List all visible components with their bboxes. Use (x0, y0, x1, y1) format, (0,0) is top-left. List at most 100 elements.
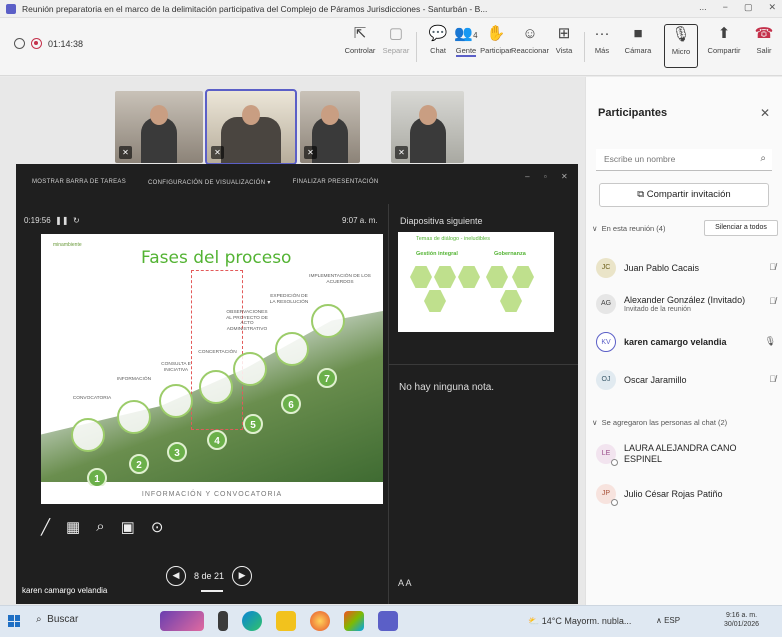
search-icon: ⌕ (36, 614, 42, 625)
restore-icon[interactable]: ▫ (544, 172, 547, 181)
slide-counter: 8 de 21 (194, 571, 225, 581)
phase-5-icon (233, 352, 267, 386)
widget-app-icon[interactable] (160, 611, 204, 631)
status-offline-icon (611, 499, 618, 506)
next-slide-title: Temas de diálogo - ineludibles (416, 236, 490, 242)
zoom-icon[interactable]: ⌕ (96, 518, 104, 536)
chat-person-row[interactable]: JP Julio César Rojas Patiño (596, 479, 776, 509)
chat-section-header[interactable]: ∨ Se agregaron las personas al chat (2) (592, 418, 727, 427)
notes-font-size-controls[interactable]: A A (398, 578, 412, 588)
in-meeting-section-header[interactable]: ∨ En esta reunión (4) (592, 224, 665, 233)
slide-footer: INFORMACIÓN Y CONVOCATORIA (41, 486, 383, 504)
pen-icon[interactable]: ╱ (41, 518, 50, 536)
previous-slide-button[interactable]: ◀ (166, 566, 186, 586)
close-button[interactable]: ✕ (768, 2, 776, 13)
maximize-button[interactable]: ▢ (744, 2, 753, 13)
share-invite-button[interactable]: ⧉ Compartir invitación (599, 183, 769, 207)
store-icon[interactable] (344, 611, 364, 631)
search-input[interactable]: Escribe un nombre ⌕ (596, 149, 772, 171)
control-button[interactable]: ⇱ Controlar (340, 24, 380, 68)
pause-icon[interactable]: ❚❚ (55, 216, 68, 225)
meeting-toolbar: 01:14:38 ⇱ Controlar ▢ Separar 💬 Chat 👥4… (0, 18, 782, 76)
view-button[interactable]: ⊞ Vista (544, 24, 584, 68)
windows-start-icon[interactable] (8, 615, 20, 627)
video-tile[interactable]: ✕ (115, 91, 203, 163)
search-placeholder: Escribe un nombre (604, 154, 676, 164)
phase-4-label: CONCERTACIÓN (198, 350, 237, 355)
firefox-icon[interactable] (310, 611, 330, 631)
close-icon[interactable]: ✕ (760, 106, 770, 120)
presenter-window-controls: – ▫ ✕ (525, 172, 568, 181)
current-slide: minambiente Fases del proceso 1 2 3 4 5 … (41, 234, 383, 504)
share-invite-icon: ⧉ (637, 189, 645, 200)
share-button[interactable]: ⬆ Compartir (704, 24, 744, 68)
taskbar-clock[interactable]: 9:16 a. m. 30/01/2026 (724, 611, 759, 629)
phase-6-number: 6 (281, 394, 301, 414)
phase-1-number: 1 (87, 468, 107, 488)
camera-toggle-icon[interactable]: ▣ (121, 518, 135, 536)
grid-icon: ⊞ (557, 25, 571, 42)
minimize-button[interactable]: − (723, 2, 728, 13)
all-slides-icon[interactable]: ▦ (66, 518, 80, 536)
weather-widget[interactable]: ⛅ 14°C Mayorm. nubla... (528, 616, 631, 627)
slide-progress (201, 590, 223, 592)
participant-row[interactable]: KV karen camargo velandia 🎙 (596, 327, 776, 357)
avatar: AG (596, 294, 616, 314)
participant-row[interactable]: OJ Oscar Jaramillo 🎙̸ (596, 365, 776, 395)
participant-name: Oscar Jaramillo (624, 374, 687, 385)
system-tray[interactable]: ∧ ESP (656, 616, 680, 625)
smiley-icon: ☺ (522, 25, 538, 42)
task-view-icon[interactable] (218, 611, 228, 631)
windows-taskbar: ⌕ Buscar ⛅ 14°C Mayorm. nubla... ∧ ESP 9… (0, 605, 782, 637)
slide-title: Fases del proceso (141, 248, 292, 268)
phase-5-label: OBSERVACIONES AL PROYECTO DE ACTO ADMINI… (226, 310, 268, 332)
reset-icon[interactable]: ↻ (73, 216, 80, 225)
minimize-icon[interactable]: – (525, 172, 530, 181)
participant-row[interactable]: JC Juan Pablo Cacais 🎙̸ (596, 253, 776, 283)
mic-button[interactable]: 🎙 Micro (664, 24, 698, 68)
window-title: Reunión preparatoria en el marco de la d… (22, 3, 488, 14)
display-settings-button[interactable]: CONFIGURACIÓN DE VISUALIZACIÓN ▾ (148, 179, 271, 186)
window-controls: ... − ▢ ✕ (699, 2, 776, 13)
more-button[interactable]: ··· Más (582, 24, 622, 68)
video-tile-active[interactable]: ✕ (205, 89, 297, 165)
mic-off-icon: ✕ (119, 146, 132, 159)
presenter-name-tag: karen camargo velandia (16, 582, 107, 599)
phase-2-number: 2 (129, 454, 149, 474)
separate-button[interactable]: ▢ Separar (376, 24, 416, 68)
mic-off-icon: ✕ (304, 146, 317, 159)
next-slide-preview[interactable]: Temas de diálogo - ineludibles Gestión i… (398, 232, 554, 332)
camera-button[interactable]: ■ Cámara (618, 24, 658, 68)
taskbar-search[interactable]: ⌕ Buscar (36, 614, 78, 625)
mic-muted-icon: 🎙 (671, 26, 691, 43)
mic-off-icon: ✕ (211, 146, 224, 159)
mic-muted-icon: 🎙̸ (769, 262, 776, 272)
file-explorer-icon[interactable] (276, 611, 296, 631)
video-tile[interactable]: ✕ (300, 91, 360, 163)
participant-video-head (321, 105, 339, 125)
chat-person-row[interactable]: LE LAURA ALEJANDRA CANO ESPINEL (596, 439, 776, 469)
avatar: JC (596, 258, 616, 278)
topic-hexagon (512, 266, 534, 288)
show-taskbar-button[interactable]: MOSTRAR BARRA DE TAREAS (32, 179, 126, 185)
teams-icon[interactable] (378, 611, 398, 631)
toolbar-divider (416, 32, 417, 62)
meeting-info-icon[interactable] (14, 38, 25, 49)
participant-row[interactable]: AG Alexander González (Invitado) Invitad… (596, 287, 776, 321)
more-options-icon[interactable]: ... (699, 2, 707, 13)
end-presentation-button[interactable]: FINALIZAR PRESENTACIÓN (293, 179, 379, 185)
edge-icon[interactable] (242, 611, 262, 631)
phase-3-label: CONSULTA E INICIATIVA (161, 362, 191, 373)
leave-button[interactable]: ☎ Salir (748, 24, 780, 68)
video-tile[interactable]: ✕ (391, 91, 464, 163)
more-options-icon[interactable]: ⊙ (151, 518, 164, 536)
phase-3-icon (159, 384, 193, 418)
participant-name: Alexander González (Invitado) (624, 295, 746, 306)
share-icon: ⬆ (717, 25, 731, 42)
mute-all-button[interactable]: Silenciar a todos (704, 220, 778, 236)
phase-7-number: 7 (317, 368, 337, 388)
presenter-view: MOSTRAR BARRA DE TAREAS CONFIGURACIÓN DE… (16, 164, 578, 604)
close-icon[interactable]: ✕ (561, 172, 568, 181)
next-slide-button[interactable]: ▶ (232, 566, 253, 586)
next-slide-column-2: Gobernanza (494, 251, 526, 257)
